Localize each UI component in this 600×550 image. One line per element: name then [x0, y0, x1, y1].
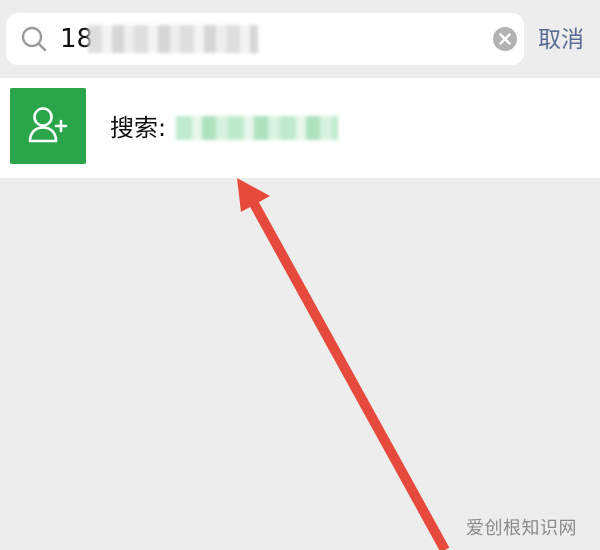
annotation-arrow — [237, 178, 450, 550]
watermark: 爱创根知识网 — [466, 518, 577, 539]
